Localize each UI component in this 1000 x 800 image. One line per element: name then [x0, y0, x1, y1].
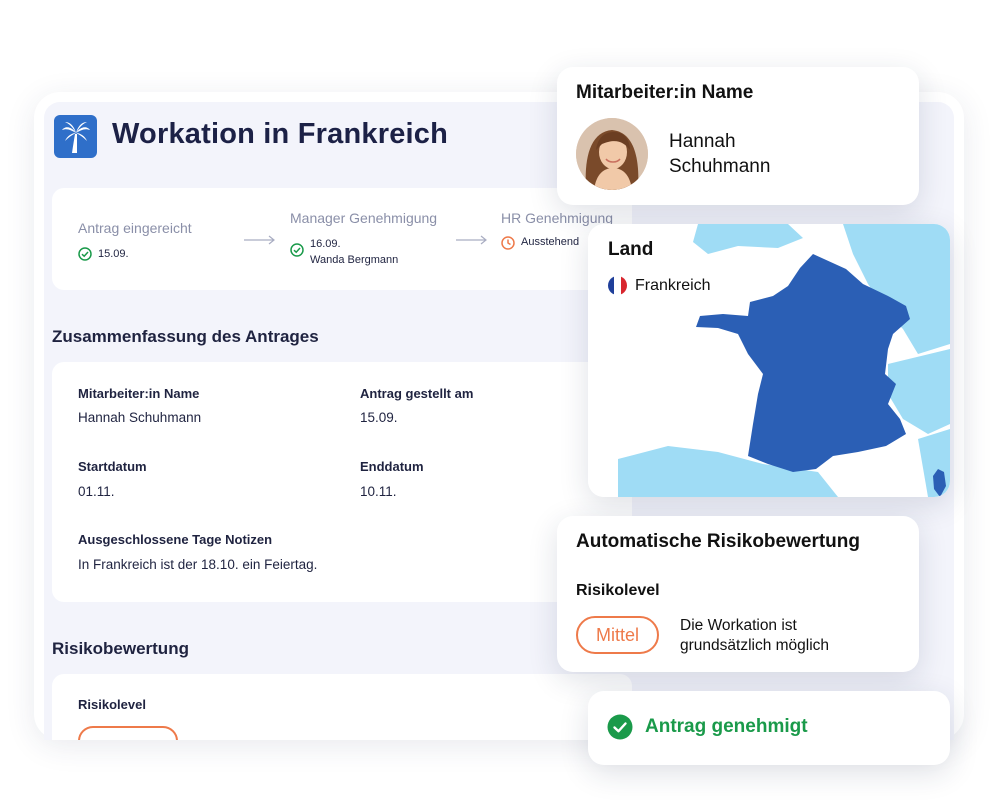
step-status: Ausstehend [521, 236, 580, 248]
step-title: Manager Genehmigung [290, 210, 438, 226]
check-circle-icon [290, 243, 304, 257]
step-manager: Manager Genehmigung 16.09. Wanda Bergman… [290, 210, 437, 268]
employee-value: Hannah Schuhmann [78, 410, 202, 425]
step-date: 16.09. [310, 238, 341, 250]
risk-heading: Risikobewertung [52, 639, 189, 658]
approval-steps: Antrag eingereicht 15.09. Manager Genehm… [52, 188, 632, 290]
page-title: Workation in Frankreich [112, 118, 449, 150]
check-circle-icon [78, 247, 92, 261]
employee-card-title: Mitarbeiter:in Name [576, 82, 754, 103]
employee-last-name: Schuhmann [669, 156, 771, 177]
risk-card: Risikolevel [52, 674, 632, 740]
summary-card: Mitarbeiter:in Name Hannah Schuhmann Ant… [52, 362, 632, 602]
country-map-card: Land Frankreich [588, 224, 950, 497]
start-label: Startdatum [78, 459, 147, 474]
auto-risk-level-label: Risikolevel [576, 582, 660, 599]
risk-level-badge: Mittel [576, 616, 659, 654]
risk-level-label: Risikolevel [78, 697, 146, 712]
notes-value: In Frankreich ist der 18.10. ein Feierta… [78, 557, 318, 572]
arrow-right-icon [456, 235, 487, 245]
employee-label: Mitarbeiter:in Name [78, 386, 200, 401]
check-circle-icon [607, 714, 633, 740]
palm-tree-icon [54, 115, 97, 158]
notes-label: Ausgeschlossene Tage Notizen [78, 532, 273, 547]
clock-icon [501, 236, 515, 250]
employee-name: Hannah Schuhmann [669, 129, 869, 179]
map-label: Land [608, 239, 654, 260]
step-date: 15.09. [98, 248, 129, 260]
summary-heading: Zusammenfassung des Antrages [52, 327, 319, 346]
france-map [588, 224, 950, 497]
approval-status: Antrag genehmigt [645, 716, 808, 737]
country-row: Frankreich [608, 276, 711, 295]
avatar [576, 118, 648, 190]
country-name: Frankreich [635, 276, 711, 294]
risk-description: Die Workation ist grundsätzlich möglich [680, 617, 830, 654]
auto-risk-title: Automatische Risikobewertung [576, 531, 860, 552]
submitted-label: Antrag gestellt am [360, 386, 474, 401]
end-label: Enddatum [360, 459, 424, 474]
step-title: Antrag eingereicht [78, 220, 192, 236]
step-person: Wanda Bergmann [310, 254, 399, 266]
france-flag-icon [608, 276, 627, 295]
start-value: 01.11. [78, 484, 115, 499]
step-submitted: Antrag eingereicht 15.09. [78, 220, 192, 262]
end-value: 10.11. [360, 484, 397, 499]
risk-pill [78, 726, 178, 740]
arrow-right-icon [244, 235, 275, 245]
submitted-value: 15.09. [360, 410, 398, 425]
employee-first-name: Hannah [669, 131, 736, 152]
